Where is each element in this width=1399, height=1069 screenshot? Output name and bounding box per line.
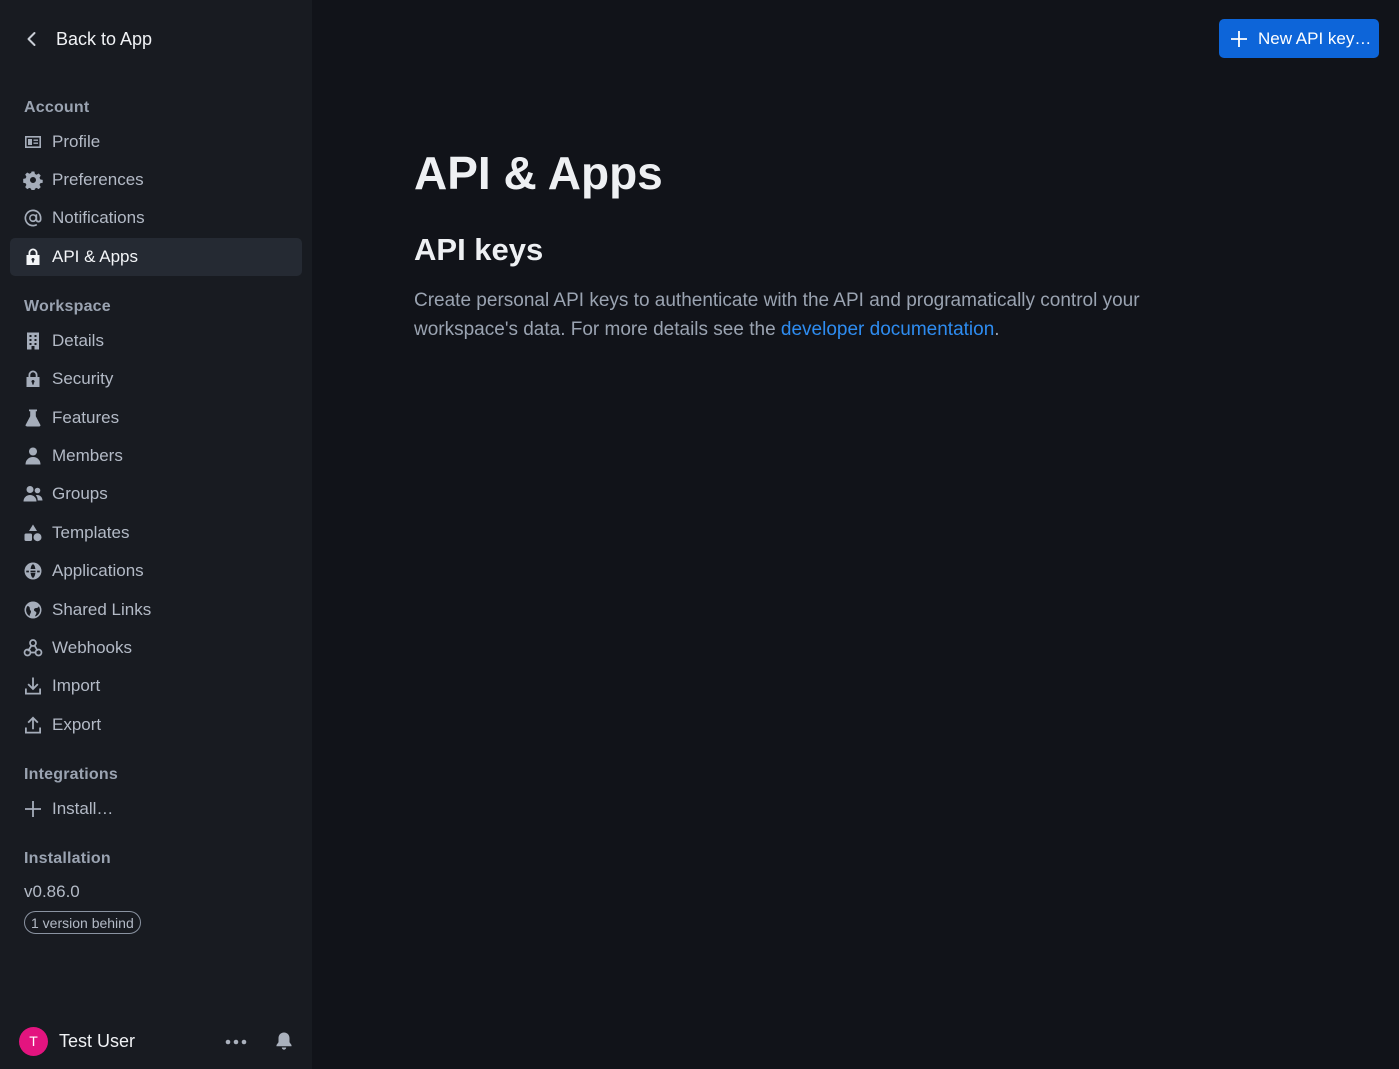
beaker-icon — [23, 408, 43, 428]
globe-icon — [23, 561, 43, 581]
ellipsis-icon — [225, 1039, 247, 1045]
sidebar-item-templates[interactable]: Templates — [10, 514, 302, 552]
user-name: Test User — [59, 1030, 136, 1051]
section-heading-api-keys: API keys — [414, 232, 544, 267]
sidebar-item-label: Features — [52, 408, 120, 427]
sidebar-item-label: Import — [52, 676, 101, 695]
notifications-button[interactable] — [272, 1029, 296, 1053]
new-api-key-button[interactable]: New API key… — [1219, 19, 1379, 58]
sidebar-item-webhooks[interactable]: Webhooks — [10, 629, 302, 667]
sidebar-item-label: Profile — [52, 132, 101, 151]
sidebar-item-export[interactable]: Export — [10, 706, 302, 744]
more-options-button[interactable] — [222, 1030, 250, 1054]
section-title-account: Account — [24, 99, 90, 116]
sidebar-item-label: Webhooks — [52, 638, 133, 657]
download-icon — [23, 676, 43, 696]
sidebar-item-label: API & Apps — [52, 247, 138, 266]
sidebar-item-label: Security — [52, 369, 114, 388]
profile-card-icon — [23, 132, 43, 152]
sidebar-item-label: Notifications — [52, 208, 145, 227]
description-end: . — [994, 319, 1000, 340]
webhook-icon — [23, 638, 43, 658]
sidebar-item-details[interactable]: Details — [10, 322, 302, 360]
sidebar-item-label: Preferences — [52, 170, 144, 189]
plus-icon — [23, 799, 43, 819]
plus-icon — [1231, 30, 1247, 47]
back-label: Back to App — [56, 28, 153, 49]
sidebar-item-label: Groups — [52, 484, 108, 503]
padlock-icon — [23, 247, 43, 267]
section-title-installation: Installation — [24, 850, 111, 867]
sidebar-item-label: Install… — [52, 799, 114, 818]
section-title-integrations: Integrations — [24, 766, 118, 783]
back-to-app-link[interactable]: Back to App — [22, 24, 152, 54]
version-number: v0.86.0 — [24, 882, 80, 901]
group-icon — [23, 484, 43, 504]
padlock-icon — [23, 369, 43, 389]
bell-icon — [276, 1032, 292, 1050]
api-keys-description: Create personal API keys to authenticate… — [414, 286, 1234, 344]
page-title: API & Apps — [414, 147, 663, 199]
description-text: Create personal API keys to authenticate… — [414, 290, 1140, 340]
avatar: T — [19, 1026, 48, 1056]
upload-icon — [23, 715, 43, 735]
earth-icon — [23, 600, 43, 620]
sidebar-item-shared-links[interactable]: Shared Links — [10, 591, 302, 629]
sidebar-item-applications[interactable]: Applications — [10, 552, 302, 590]
user-menu[interactable]: T Test User — [19, 1026, 135, 1056]
section-title-workspace: Workspace — [24, 298, 111, 315]
sidebar-item-label: Templates — [52, 523, 130, 542]
new-api-key-label: New API key… — [1258, 28, 1372, 48]
sidebar: Back to App Account Profile Preferences … — [0, 0, 312, 1069]
version-status-badge[interactable]: 1 version behind — [24, 911, 141, 934]
sidebar-item-security[interactable]: Security — [10, 360, 302, 398]
sidebar-item-features[interactable]: Features — [10, 399, 302, 437]
sidebar-item-groups[interactable]: Groups — [10, 475, 302, 513]
chevron-left-icon — [27, 32, 36, 46]
sidebar-item-preferences[interactable]: Preferences — [10, 161, 302, 199]
at-sign-icon — [23, 208, 43, 228]
gear-icon — [23, 170, 43, 190]
sidebar-item-install[interactable]: Install… — [10, 790, 302, 828]
building-icon — [23, 331, 43, 351]
shapes-icon — [23, 523, 43, 543]
sidebar-item-label: Export — [52, 715, 102, 734]
sidebar-item-label: Shared Links — [52, 600, 152, 619]
sidebar-item-label: Details — [52, 331, 104, 350]
sidebar-item-import[interactable]: Import — [10, 667, 302, 705]
sidebar-item-members[interactable]: Members — [10, 437, 302, 475]
developer-documentation-link[interactable]: developer documentation — [781, 319, 994, 340]
sidebar-item-label: Applications — [52, 561, 144, 580]
sidebar-item-notifications[interactable]: Notifications — [10, 199, 302, 237]
sidebar-item-api-apps[interactable]: API & Apps — [10, 238, 302, 276]
user-icon — [23, 446, 43, 466]
sidebar-item-label: Members — [52, 446, 123, 465]
sidebar-item-profile[interactable]: Profile — [10, 123, 302, 161]
